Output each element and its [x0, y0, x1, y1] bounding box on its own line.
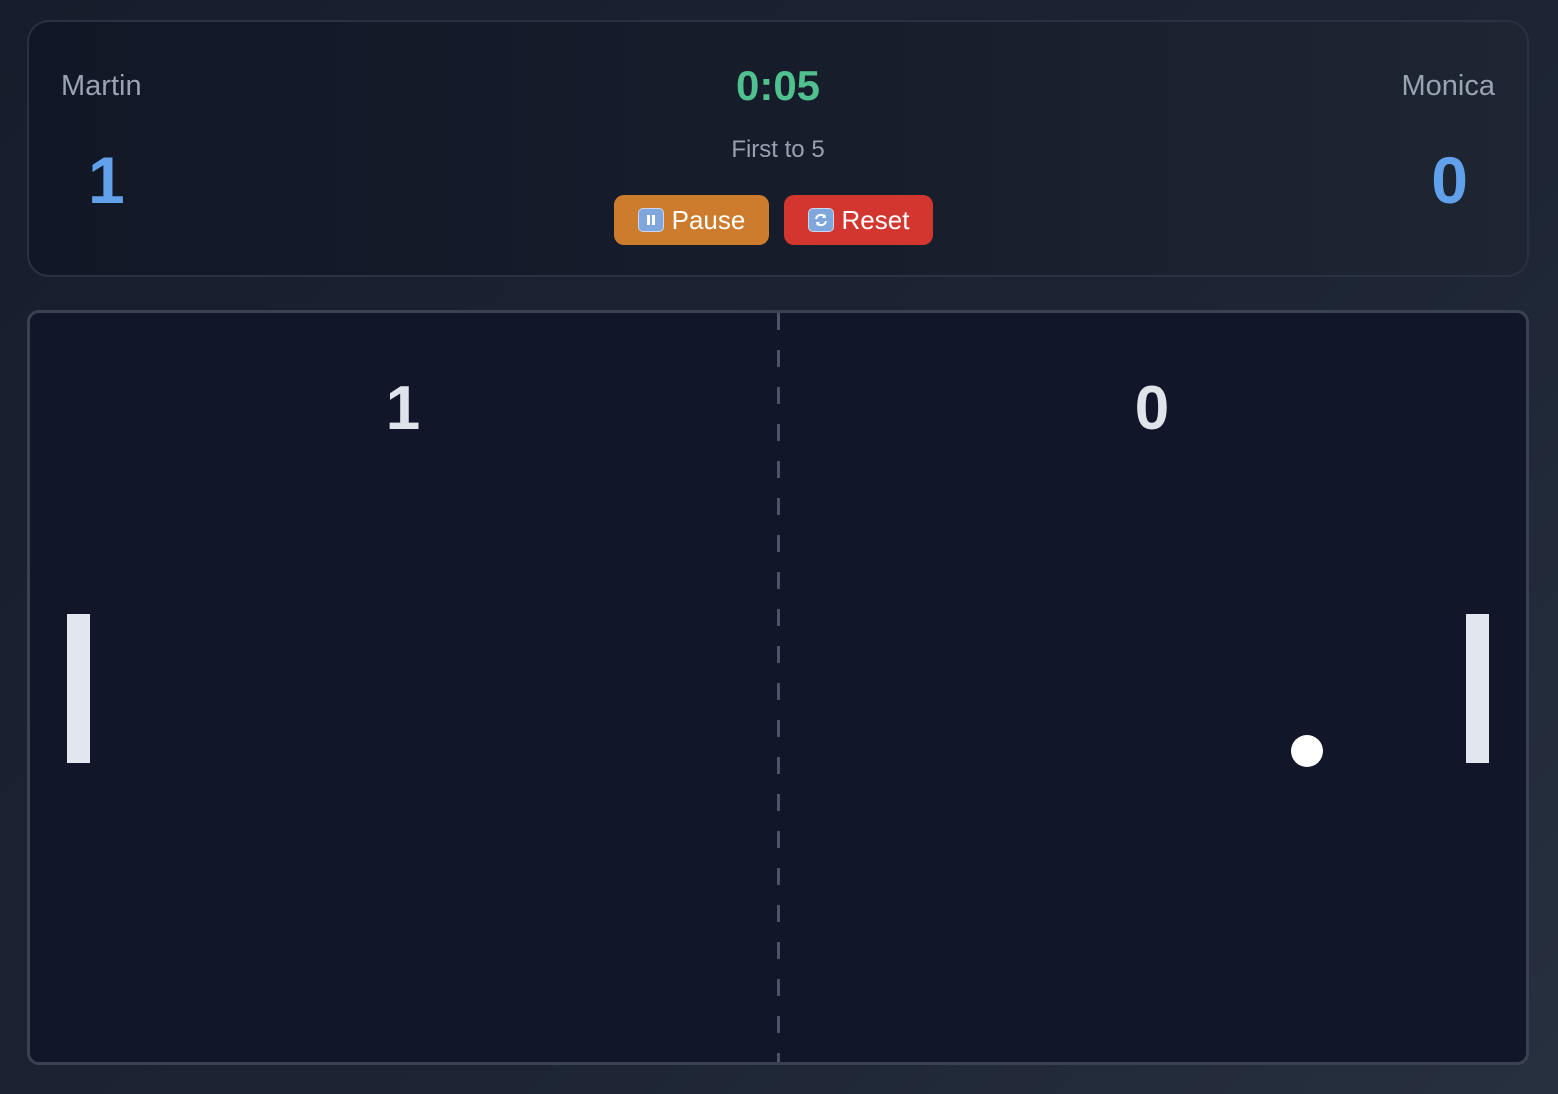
center-net [777, 313, 780, 1062]
ball [1291, 735, 1323, 767]
game-arena[interactable]: 1 0 [27, 310, 1529, 1065]
reset-label: Reset [841, 204, 910, 235]
player2-score: 0 [1431, 143, 1468, 217]
refresh-icon [807, 208, 834, 232]
right-paddle [1466, 614, 1489, 763]
pause-label: Pause [671, 204, 746, 235]
player2-name: Monica [1401, 70, 1496, 102]
reset-button[interactable]: Reset [784, 195, 933, 245]
win-condition: First to 5 [731, 136, 825, 163]
scoreboard: Martin 1 0:05 First to 5 Pause Reset Mon… [27, 20, 1529, 277]
game-timer: 0:05 [735, 62, 821, 109]
pause-button[interactable]: Pause [614, 195, 769, 245]
pause-icon [637, 208, 664, 232]
left-paddle [67, 614, 90, 763]
arena-right-score: 0 [1134, 374, 1170, 443]
arena-left-score: 1 [385, 374, 421, 443]
